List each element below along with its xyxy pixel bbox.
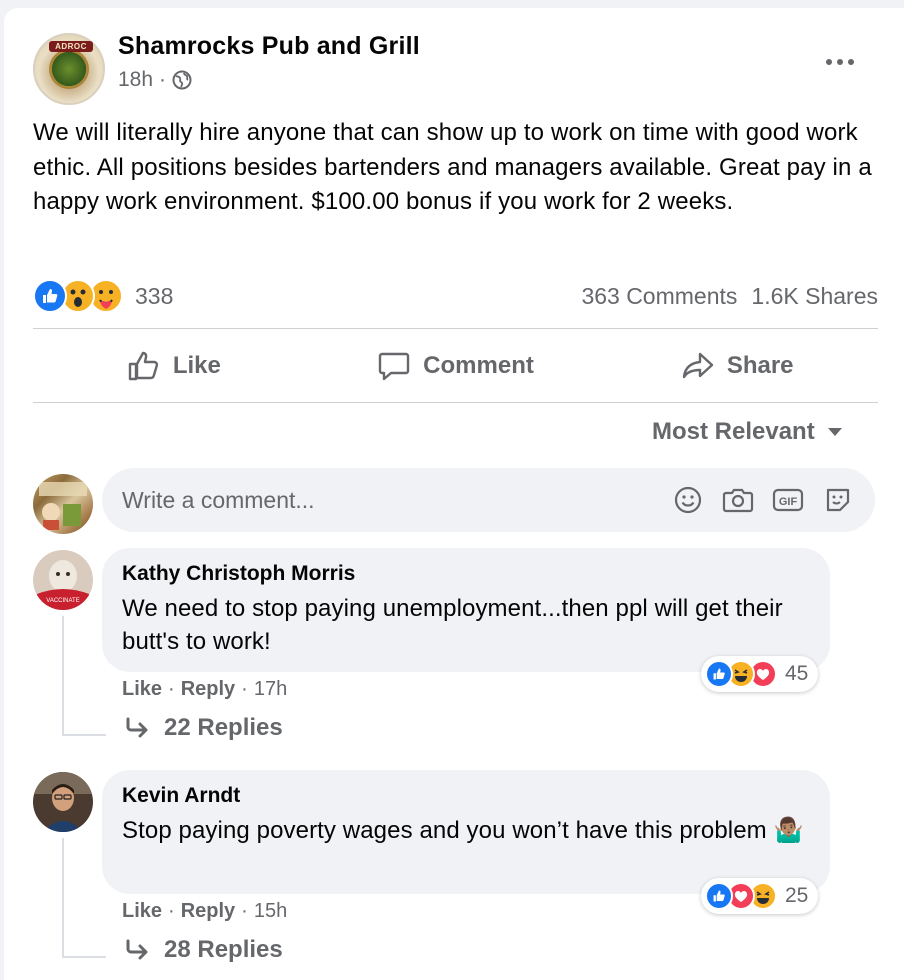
comment-button[interactable]: Comment: [315, 330, 597, 402]
meta-separator: ·: [159, 68, 167, 91]
replies-label: 22 Replies: [164, 714, 283, 741]
like-icon: [705, 882, 733, 910]
separator: ·: [168, 678, 175, 700]
more-options-icon[interactable]: [822, 48, 858, 76]
comment-input[interactable]: Write a comment... GIF: [102, 468, 875, 532]
replies-label: 28 Replies: [164, 936, 283, 963]
comment-reply-link[interactable]: Reply: [181, 900, 235, 923]
post-stats: 338 363 Comments 1.6K Shares: [33, 276, 878, 316]
like-label: Like: [172, 352, 221, 379]
comment-bubble: Kevin Arndt Stop paying poverty wages an…: [102, 770, 830, 894]
composer-tools: GIF: [671, 483, 855, 517]
commenter-avatar[interactable]: [33, 772, 93, 832]
comment-reaction-count: 45: [785, 662, 809, 685]
shares-count[interactable]: 1.6K Shares: [751, 283, 878, 310]
post-card: ADROC Shamrocks Pub and Grill 18h · We w…: [4, 8, 904, 980]
comment-reply-link[interactable]: Reply: [181, 678, 235, 701]
thread-branch: [62, 956, 106, 958]
reply-arrow-icon: [126, 939, 148, 960]
comment-author[interactable]: Kathy Christoph Morris: [122, 562, 810, 586]
page-name[interactable]: Shamrocks Pub and Grill: [118, 32, 420, 61]
reaction-summary[interactable]: [33, 279, 123, 313]
comment-text: Stop paying poverty wages and you won’t …: [122, 817, 804, 844]
comment-time[interactable]: 15h: [254, 900, 287, 923]
action-bar: Like Comment Share: [33, 330, 878, 402]
comment-placeholder: Write a comment...: [122, 486, 315, 513]
share-button[interactable]: Share: [596, 330, 878, 402]
comments-count[interactable]: 363 Comments: [581, 283, 737, 310]
reaction-count[interactable]: 338: [135, 283, 173, 310]
view-replies-button[interactable]: 22 Replies: [124, 714, 283, 742]
comment-reaction-count: 25: [785, 884, 809, 907]
gif-icon[interactable]: GIF: [771, 483, 805, 517]
comment-like-link[interactable]: Like: [122, 900, 162, 923]
sort-label: Most Relevant: [652, 418, 815, 445]
comment-bubble: Kathy Christoph Morris We need to stop p…: [102, 548, 830, 672]
comment-label: Comment: [423, 352, 534, 379]
reply-arrow-icon: [126, 717, 148, 738]
separator: ·: [168, 900, 175, 922]
thread-line: [62, 838, 64, 958]
comment-bubble-icon: [378, 352, 410, 381]
stats-right: 363 Comments 1.6K Shares: [581, 283, 878, 310]
separator: ·: [241, 900, 248, 922]
view-replies-button[interactable]: 28 Replies: [124, 936, 283, 964]
like-icon: [705, 660, 733, 688]
globe-icon[interactable]: [172, 70, 192, 90]
sort-dropdown[interactable]: Most Relevant: [652, 418, 843, 446]
comment-reactions[interactable]: 45: [701, 656, 819, 692]
shamrock-logo-icon: [49, 49, 89, 89]
comment-like-link[interactable]: Like: [122, 678, 162, 701]
post-meta: 18h ·: [118, 68, 192, 92]
like-button[interactable]: Like: [33, 330, 315, 402]
thread-branch: [62, 734, 106, 736]
comment-reactions[interactable]: 25: [701, 878, 819, 914]
post-time[interactable]: 18h: [118, 68, 153, 92]
divider: [33, 402, 878, 403]
thread-line: [62, 616, 64, 736]
comment-text: We need to stop paying unemployment...th…: [122, 595, 783, 655]
share-arrow-icon: [682, 352, 714, 379]
current-user-avatar[interactable]: [33, 474, 93, 534]
svg-text:VACCINATE: VACCINATE: [46, 598, 79, 604]
caret-down-icon: [827, 428, 842, 436]
comment-time[interactable]: 17h: [254, 678, 287, 701]
separator: ·: [241, 678, 248, 700]
post-text: We will literally hire anyone that can s…: [33, 119, 872, 215]
camera-icon[interactable]: [721, 483, 755, 517]
svg-text:GIF: GIF: [779, 496, 798, 508]
commenter-avatar[interactable]: VACCINATE: [33, 550, 93, 610]
page-avatar[interactable]: ADROC: [33, 33, 105, 105]
divider: [33, 328, 878, 329]
comment-actions: Like · Reply · 17h: [122, 678, 287, 701]
avatar-banner: ADROC: [49, 41, 93, 52]
comment-actions: Like · Reply · 15h: [122, 900, 287, 923]
like-icon: [33, 279, 67, 313]
emoji-icon[interactable]: [671, 483, 705, 517]
thumbs-up-icon: [128, 351, 158, 381]
share-label: Share: [726, 352, 794, 379]
sticker-icon[interactable]: [821, 483, 855, 517]
comment-author[interactable]: Kevin Arndt: [122, 784, 810, 808]
